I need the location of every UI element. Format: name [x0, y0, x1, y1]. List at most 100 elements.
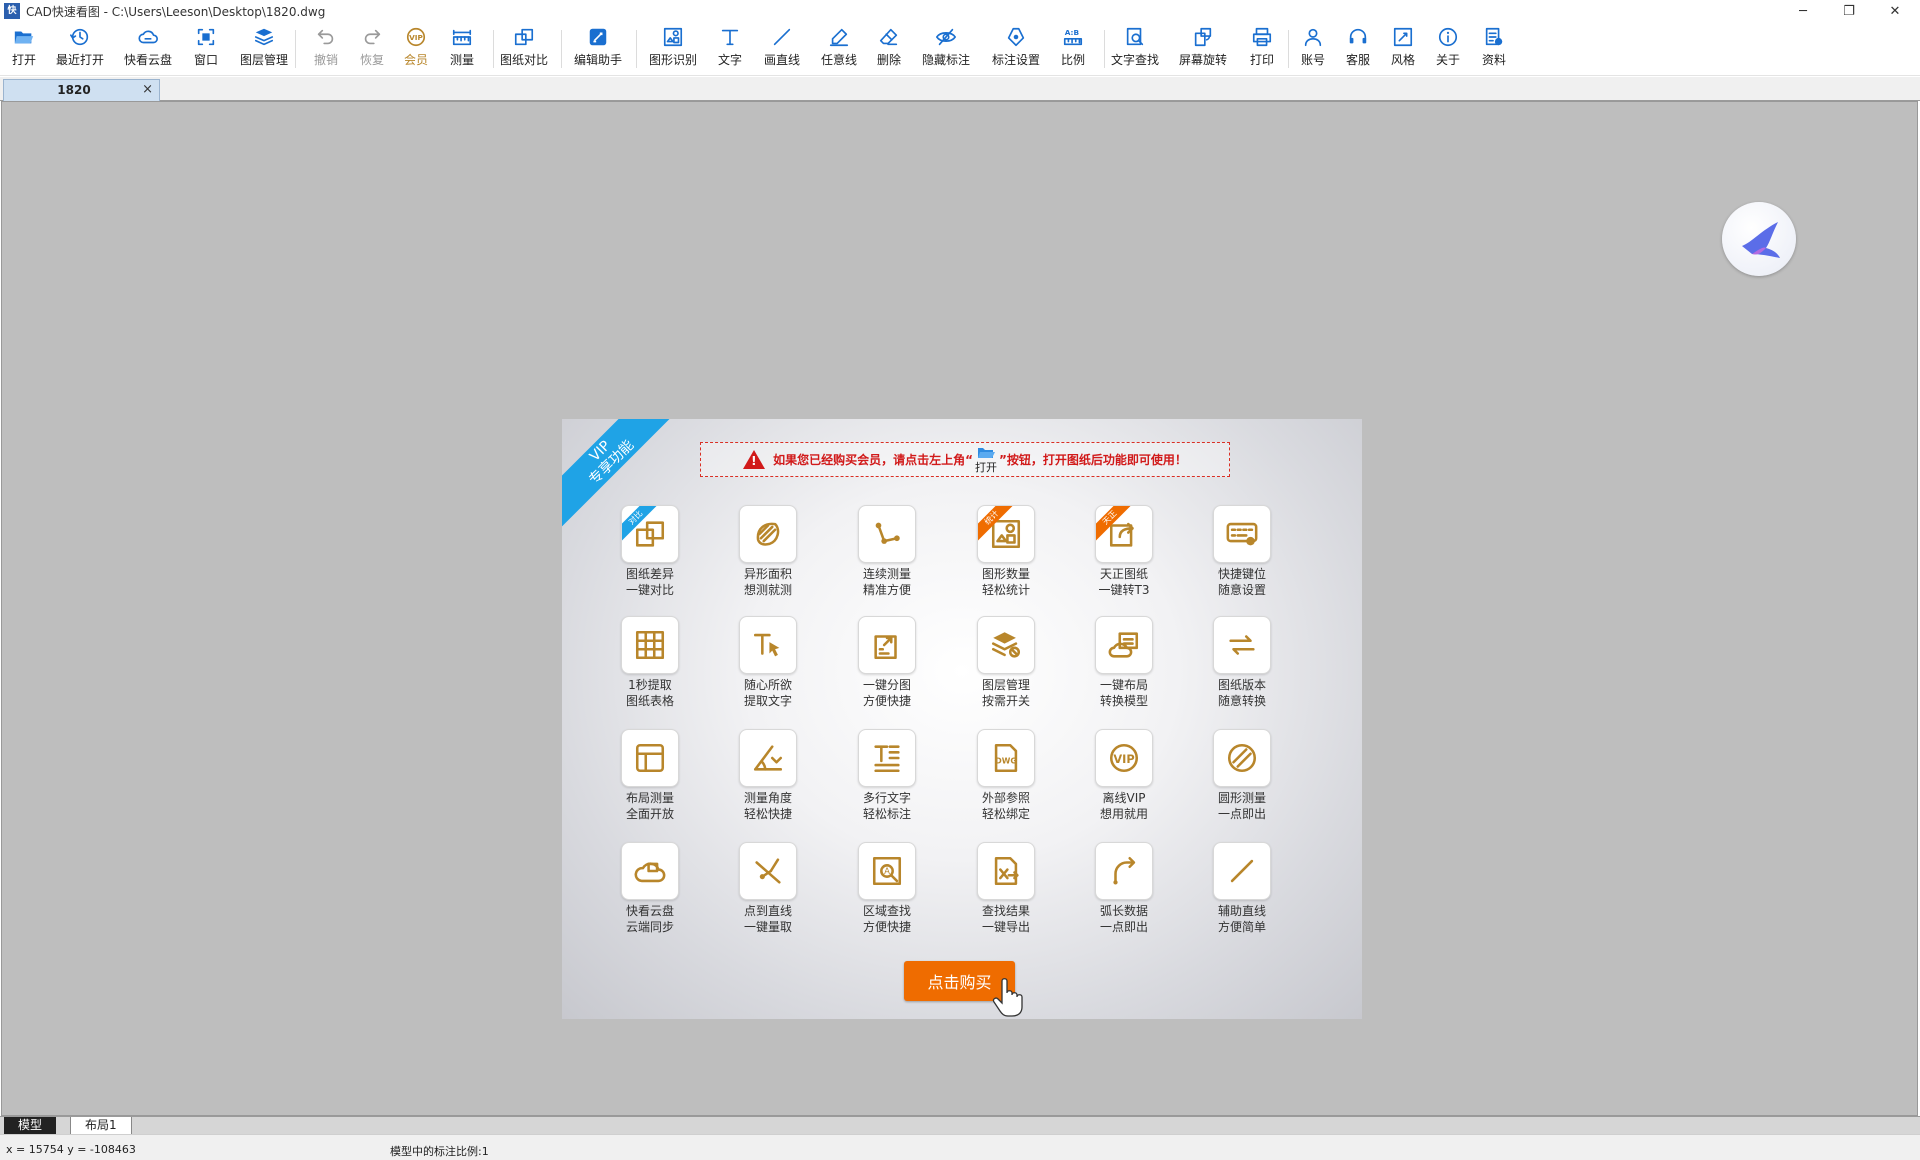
print-button[interactable]: 打印 — [1250, 26, 1274, 72]
recognize-button[interactable]: 图形识别 — [649, 26, 697, 72]
feature-tile[interactable] — [1095, 616, 1153, 674]
feature-tile[interactable] — [621, 729, 679, 787]
feature-item[interactable]: 辅助直线 方便简单 — [1187, 842, 1297, 938]
open-reference: 打开 — [975, 445, 997, 475]
feature-item[interactable]: 一键布局 转换模型 — [1069, 616, 1179, 712]
feature-tile[interactable] — [858, 616, 916, 674]
undo-icon — [317, 29, 334, 45]
feature-tile[interactable]: DWG — [977, 729, 1035, 787]
feature-subtitle: 轻松快捷 — [743, 807, 792, 821]
feature-tile[interactable] — [739, 505, 797, 563]
freeline-label: 任意线 — [820, 53, 858, 67]
feature-item[interactable]: 异形面积 想测就测 — [713, 505, 823, 601]
feature-subtitle: 想用就用 — [1099, 807, 1148, 821]
close-button[interactable]: ✕ — [1872, 0, 1918, 22]
feature-tile[interactable] — [1213, 505, 1271, 563]
feature-item[interactable]: 图层管理 按需开关 — [951, 616, 1061, 712]
feature-tile[interactable] — [858, 505, 916, 563]
feature-tile[interactable] — [621, 842, 679, 900]
tab-model[interactable]: 模型 — [4, 1117, 57, 1135]
layers-button[interactable]: 图层管理 — [240, 26, 288, 72]
find-button[interactable]: 文字查找 — [1111, 26, 1159, 72]
cloud-button[interactable]: 快看云盘 — [124, 26, 172, 72]
scale-button[interactable]: A:B 比例 — [1061, 26, 1085, 72]
feature-tile[interactable]: 天正 — [1095, 505, 1153, 563]
feature-tile[interactable] — [739, 729, 797, 787]
feature-item[interactable]: 天正 天正图纸 一键转T3 — [1069, 505, 1179, 601]
restore-button[interactable]: ❐ — [1826, 0, 1872, 22]
feature-tile[interactable] — [621, 616, 679, 674]
feature-item[interactable]: 布局测量 全面开放 — [595, 729, 705, 825]
feature-item[interactable]: 快看云盘 云端同步 — [595, 842, 705, 938]
feature-item[interactable]: A 区域查找 方便快捷 — [832, 842, 942, 938]
feature-item[interactable]: DWG 外部参照 轻松绑定 — [951, 729, 1061, 825]
minimize-icon: ─ — [1799, 3, 1807, 19]
feature-item[interactable]: 1秒提取 图纸表格 — [595, 616, 705, 712]
feature-title: 图形数量 — [981, 567, 1030, 581]
minimize-button[interactable]: ─ — [1780, 0, 1826, 22]
feature-tile[interactable] — [739, 842, 797, 900]
feature-item[interactable]: 快捷键位 随意设置 — [1187, 505, 1297, 601]
feature-tile[interactable] — [1213, 842, 1271, 900]
delete-button[interactable]: 删除 — [877, 26, 901, 72]
feature-item[interactable]: 点到直线 一键量取 — [713, 842, 823, 938]
feature-title: 点到直线 — [743, 904, 792, 918]
bird-logo-icon[interactable] — [1722, 202, 1796, 276]
rotate-button[interactable]: 屏幕旋转 — [1179, 26, 1227, 72]
compare-button[interactable]: 图纸对比 — [500, 26, 548, 72]
feature-tile[interactable] — [977, 616, 1035, 674]
feature-item[interactable]: 查找结果 一键导出 — [951, 842, 1061, 938]
line-button[interactable]: 画直线 — [764, 26, 800, 72]
feature-subtitle: 随意转换 — [1217, 694, 1266, 708]
docs-button[interactable]: 资料 — [1482, 26, 1506, 72]
edit-button[interactable]: 编辑助手 — [574, 26, 622, 72]
feature-item[interactable]: 测量角度 轻松快捷 — [713, 729, 823, 825]
feature-tile[interactable] — [977, 842, 1035, 900]
text-button[interactable]: 文字 — [718, 26, 742, 72]
feature-item[interactable]: 对比 图纸差异 一键对比 — [595, 505, 705, 601]
feature-item[interactable]: 弧长数据 一点即出 — [1069, 842, 1179, 938]
feature-item[interactable]: 连续测量 精准方便 — [832, 505, 942, 601]
service-button[interactable]: 客服 — [1346, 26, 1370, 72]
recent-button[interactable]: 最近打开 — [56, 26, 104, 72]
tab-close-icon[interactable]: × — [142, 82, 153, 97]
feature-tile[interactable] — [1213, 729, 1271, 787]
feature-tile[interactable] — [1213, 616, 1271, 674]
feature-item[interactable]: 统计 图形数量 轻松统计 — [951, 505, 1061, 601]
about-button[interactable]: 关于 — [1436, 26, 1460, 72]
window-fit-icon — [197, 28, 215, 46]
measure-button[interactable]: 测量 — [450, 26, 474, 72]
feature-item[interactable]: 图纸版本 随意转换 — [1187, 616, 1297, 712]
vip-button[interactable]: VIP 会员 — [404, 26, 428, 72]
feature-tile[interactable] — [858, 729, 916, 787]
tab-layout1[interactable]: 布局1 — [70, 1117, 132, 1135]
style-button[interactable]: 风格 — [1391, 26, 1415, 72]
feature-item[interactable]: 随心所欲 提取文字 — [713, 616, 823, 712]
window-button[interactable]: 窗口 — [194, 26, 218, 72]
open-reference-label: 打开 — [975, 460, 997, 474]
account-button[interactable]: 账号 — [1301, 26, 1325, 72]
document-tab[interactable]: 1820 × — [3, 79, 160, 101]
annot-button[interactable]: 标注设置 — [992, 26, 1040, 72]
hide-button[interactable]: 隐藏标注 — [922, 26, 970, 72]
feature-item[interactable]: 多行文字 轻松标注 — [832, 729, 942, 825]
drawing-canvas[interactable]: VIP 专享功能 ! 如果您已经购买会员，请点击左上角“ 打开 ”按钮，打开图纸… — [1, 101, 1918, 1116]
open-button[interactable]: 打开 — [12, 26, 36, 72]
diagonal-line-icon — [1230, 859, 1254, 883]
feature-item[interactable]: 一键分图 方便快捷 — [832, 616, 942, 712]
svg-text:VIP: VIP — [409, 33, 423, 42]
feature-tile[interactable] — [739, 616, 797, 674]
delete-label: 删除 — [876, 53, 902, 67]
feature-tile[interactable]: 统计 — [977, 505, 1035, 563]
continuous-measure-icon — [875, 522, 900, 544]
feature-tile[interactable] — [1095, 842, 1153, 900]
feature-title: 外部参照 — [981, 791, 1030, 805]
feature-tile[interactable]: VIP — [1095, 729, 1153, 787]
close-icon: ✕ — [1889, 3, 1901, 19]
feature-subtitle: 精准方便 — [862, 583, 911, 597]
feature-tile[interactable]: 对比 — [621, 505, 679, 563]
feature-tile[interactable]: A — [858, 842, 916, 900]
freeline-button[interactable]: 任意线 — [821, 26, 857, 72]
feature-item[interactable]: 圆形测量 一点即出 — [1187, 729, 1297, 825]
feature-item[interactable]: VIP 离线VIP 想用就用 — [1069, 729, 1179, 825]
